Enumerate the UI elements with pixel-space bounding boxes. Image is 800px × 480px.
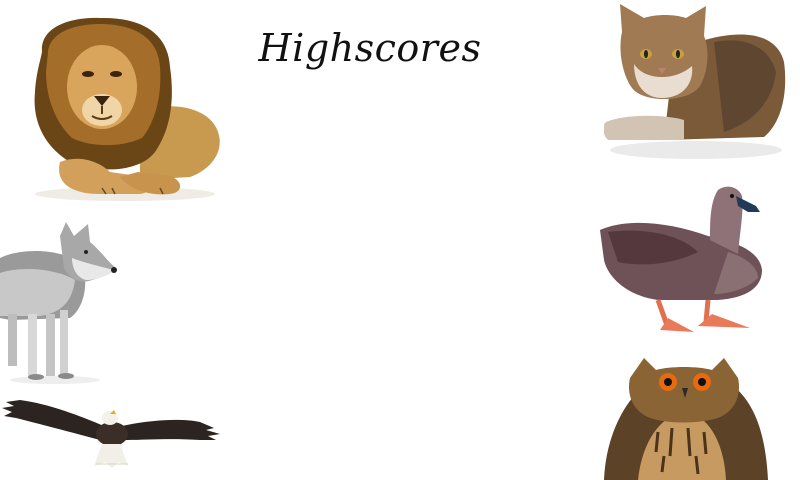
highscores-title: Highscores	[258, 26, 482, 70]
cat-image	[604, 4, 786, 159]
owl-image	[604, 358, 768, 480]
highscores-screen: Highscores	[0, 0, 800, 480]
eagle-image	[2, 400, 220, 468]
goose-image	[600, 186, 762, 332]
wolf-image	[0, 222, 117, 384]
highscores-list	[250, 90, 550, 450]
lion-image	[34, 17, 220, 201]
